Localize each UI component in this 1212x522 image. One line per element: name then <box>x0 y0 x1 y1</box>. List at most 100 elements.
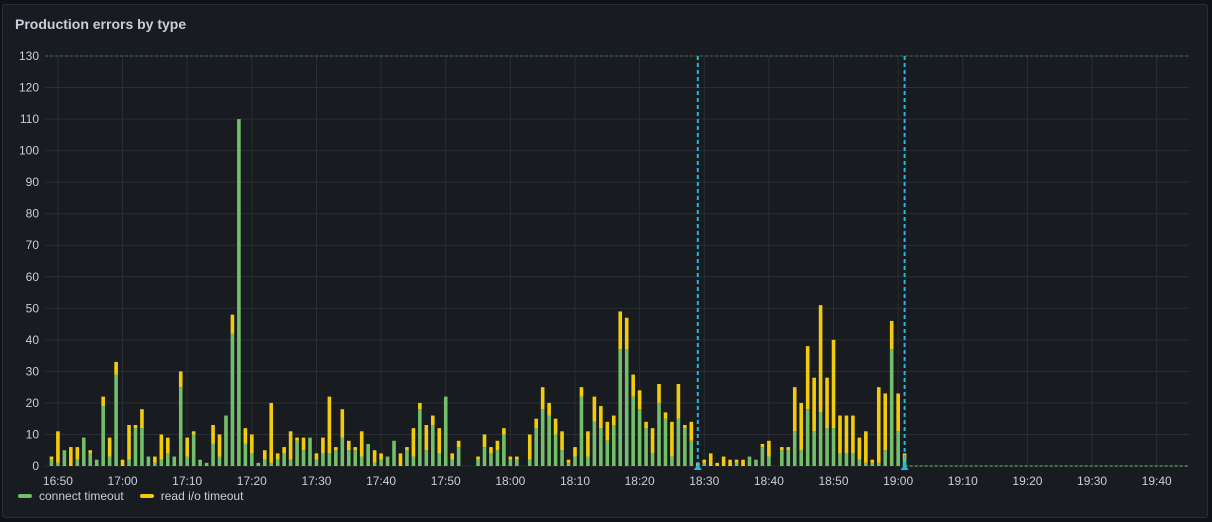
bar-connect-timeout <box>282 453 286 466</box>
bar-read-timeout <box>185 437 189 457</box>
bar-read-timeout <box>489 447 493 454</box>
bar-connect-timeout <box>876 462 881 466</box>
bar-read-timeout <box>133 425 138 429</box>
bar-connect-timeout <box>689 440 694 466</box>
bar-connect-timeout <box>308 437 312 466</box>
bar-connect-timeout <box>295 440 299 466</box>
bar-connect-timeout <box>204 462 209 466</box>
bar-read-timeout <box>741 459 745 466</box>
bar-connect-timeout <box>424 450 429 466</box>
errors-chart: 0 10 20 30 40 50 60 70 80 90 100 110 120 130 16:50 17:… <box>19 49 1189 488</box>
bar-read-timeout <box>644 421 648 429</box>
bar-read-timeout <box>851 415 855 454</box>
legend-item-read-timeout[interactable]: read i/o timeout <box>139 489 244 503</box>
bar-connect-timeout <box>870 462 875 466</box>
bar-connect-timeout <box>353 450 358 466</box>
bar-connect-timeout <box>889 349 894 466</box>
bar-read-timeout <box>405 447 409 451</box>
bar-read-timeout <box>560 431 564 451</box>
x-tick-label: 18:40 <box>754 474 784 488</box>
bar-read-timeout <box>540 387 545 410</box>
bar-read-timeout <box>812 377 816 432</box>
bar-read-timeout <box>75 447 80 460</box>
y-tick-label: 40 <box>26 333 40 347</box>
bar-connect-timeout <box>321 453 325 466</box>
bar-read-timeout <box>166 437 170 454</box>
bar-read-timeout <box>683 425 687 429</box>
legend-item-connect-timeout[interactable]: connect timeout <box>18 489 124 503</box>
bar-read-timeout <box>605 421 610 441</box>
bar-connect-timeout <box>482 447 487 466</box>
y-tick-label: 130 <box>19 49 39 63</box>
bar-connect-timeout <box>437 453 442 466</box>
bar-connect-timeout <box>224 415 228 466</box>
bar-read-timeout <box>889 320 894 350</box>
bar-connect-timeout <box>747 456 752 466</box>
bar-read-timeout <box>120 459 125 466</box>
bar-connect-timeout <box>372 462 377 466</box>
bar-read-timeout <box>456 440 461 448</box>
bar-read-timeout <box>786 447 791 451</box>
y-tick-label: 30 <box>26 364 40 378</box>
bar-connect-timeout <box>611 425 616 466</box>
bar-connect-timeout <box>547 415 551 466</box>
bar-connect-timeout <box>379 459 383 466</box>
bar-read-timeout <box>670 421 674 457</box>
bar-connect-timeout <box>153 462 157 466</box>
bar-connect-timeout <box>502 434 506 466</box>
bar-connect-timeout <box>831 428 836 466</box>
bar-read-timeout <box>476 456 480 460</box>
bar-connect-timeout <box>515 459 519 466</box>
bar-read-timeout <box>508 456 513 460</box>
bar-read-timeout <box>301 437 306 451</box>
bar-connect-timeout <box>838 453 842 466</box>
bar-connect-timeout <box>88 453 93 466</box>
bar-connect-timeout <box>780 450 784 466</box>
bar-connect-timeout <box>327 453 332 466</box>
bar-connect-timeout <box>702 462 707 466</box>
bar-connect-timeout <box>476 459 480 466</box>
bar-connect-timeout <box>624 349 629 466</box>
y-tick-label: 90 <box>26 175 40 189</box>
bar-read-timeout <box>566 459 571 463</box>
x-tick-label: 18:10 <box>560 474 590 488</box>
bar-connect-timeout <box>127 459 131 466</box>
bar-connect-timeout <box>553 434 558 466</box>
y-tick-label: 20 <box>26 396 40 410</box>
bar-read-timeout <box>831 339 836 429</box>
bar-connect-timeout <box>560 450 564 466</box>
bar-read-timeout <box>450 453 454 460</box>
bar-connect-timeout <box>133 428 138 466</box>
bar-connect-timeout <box>857 459 862 466</box>
bar-connect-timeout <box>81 437 86 466</box>
bar-connect-timeout <box>230 333 235 466</box>
bar-connect-timeout <box>618 349 623 466</box>
bar-connect-timeout <box>663 418 668 466</box>
x-tick-label: 18:50 <box>819 474 849 488</box>
bar-read-timeout <box>883 393 888 451</box>
bars <box>49 119 1189 467</box>
bar-read-timeout <box>876 387 881 463</box>
bar-read-timeout <box>502 428 506 435</box>
bar-read-timeout <box>127 425 131 460</box>
bar-connect-timeout <box>211 443 215 466</box>
bar-read-timeout <box>611 415 616 425</box>
bar-read-timeout <box>825 377 829 429</box>
legend-label-connect: connect timeout <box>39 489 124 503</box>
bar-read-timeout <box>663 412 668 419</box>
legend-swatch-read <box>139 494 154 498</box>
bar-connect-timeout <box>573 456 577 466</box>
bar-connect-timeout <box>650 453 655 466</box>
bar-read-timeout <box>437 428 442 454</box>
bar-connect-timeout <box>385 456 390 466</box>
bar-read-timeout <box>857 437 862 460</box>
bar-read-timeout <box>592 396 597 422</box>
bar-connect-timeout <box>767 456 771 466</box>
legend-label-read: read i/o timeout <box>160 489 244 503</box>
bar-connect-timeout <box>631 396 635 466</box>
bar-connect-timeout <box>107 456 112 466</box>
bar-connect-timeout <box>754 459 758 466</box>
bar-read-timeout <box>547 402 551 416</box>
bar-connect-timeout <box>146 456 151 466</box>
x-tick-label: 19:30 <box>1077 474 1107 488</box>
